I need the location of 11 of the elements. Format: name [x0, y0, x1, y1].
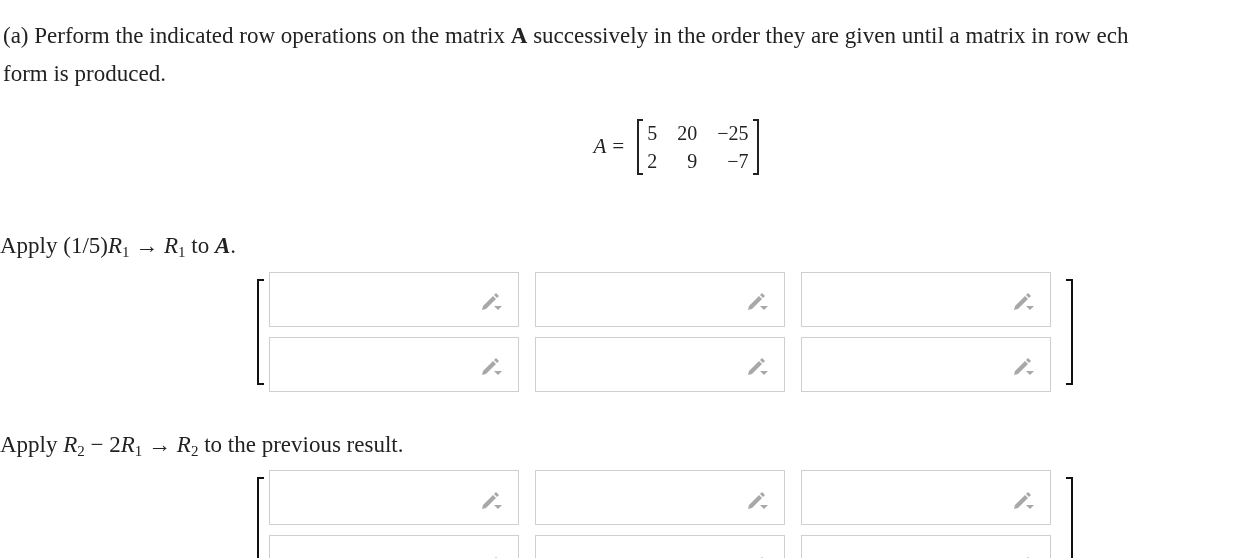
matrix-label: A =: [593, 133, 626, 161]
matrix-entry: 2: [647, 149, 658, 174]
question-text: form is produced.: [2, 60, 167, 88]
question-text: (a) Perform the indicated row operations on the matrix A successively in the order they are given until a matrix in row ech: [2, 22, 1130, 50]
matrix-entry: 9: [686, 149, 698, 174]
matrix-entry: 5: [647, 121, 658, 146]
matrix-entry: −25: [717, 121, 749, 146]
instruction-text: Apply (1/5)R$_{1}$ → R$_{1}$ to A.: [0, 232, 238, 262]
instruction-text: Apply R$_{2}$ − 2R$_{1}$ → R$_{2}$ to the previous result.: [0, 430, 405, 461]
matrix-entry: −7: [726, 149, 749, 174]
matrix-entry: 20: [677, 121, 698, 146]
